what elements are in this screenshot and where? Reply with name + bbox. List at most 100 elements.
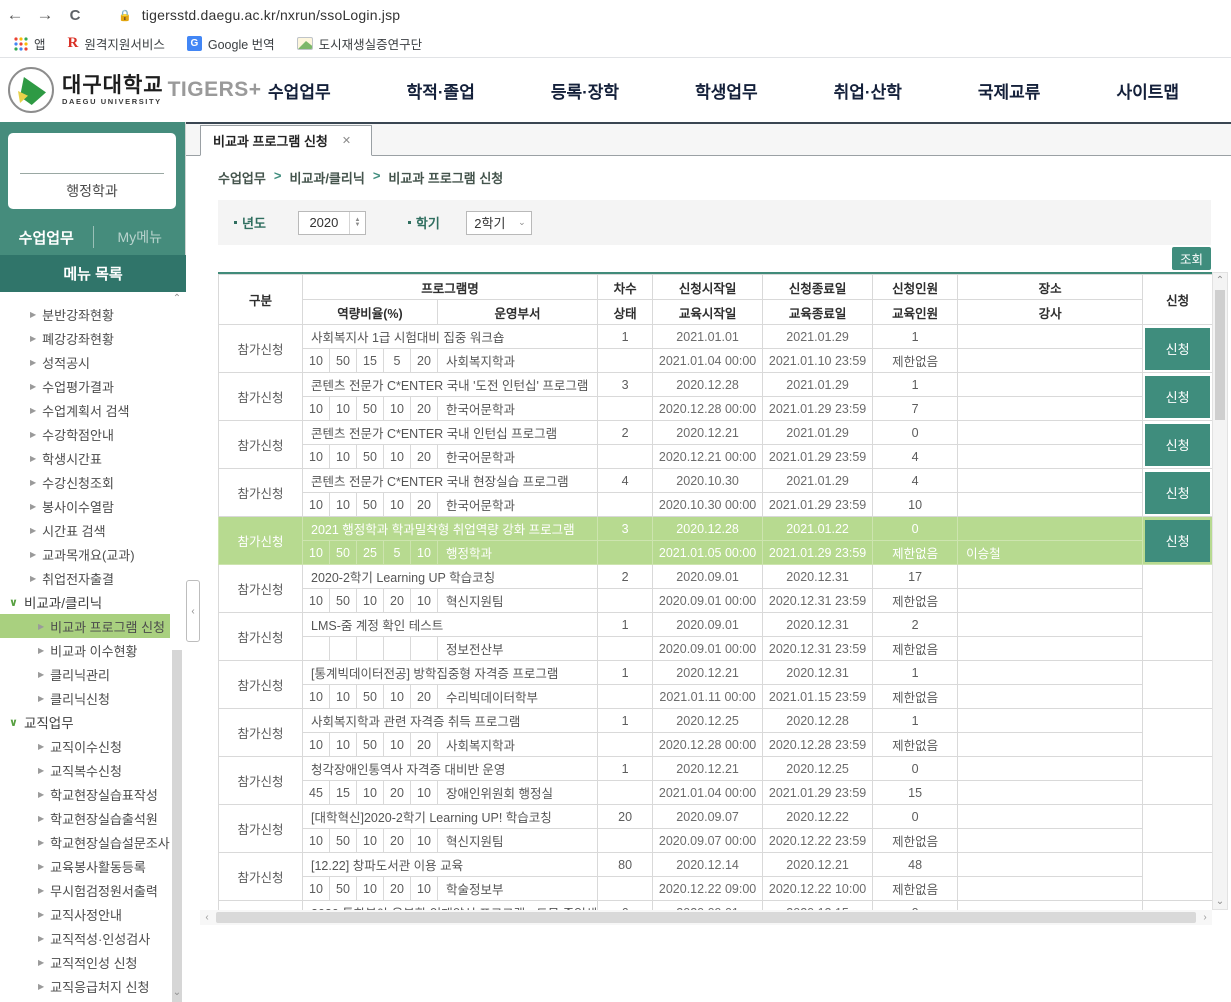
sidebar-menu-item[interactable]: ▶ 교직적인성 신청 xyxy=(0,950,186,974)
row-dept: 사회복지학과 xyxy=(438,349,598,373)
sidebar-menu-item[interactable]: ▶ 폐강강좌현황 xyxy=(0,326,186,350)
row-ratio: 50 xyxy=(330,589,357,613)
apply-button[interactable]: 신청 xyxy=(1145,376,1210,418)
apply-button[interactable]: 신청 xyxy=(1145,424,1210,466)
table-vertical-scrollbar[interactable]: ⌃ ⌄ xyxy=(1212,272,1228,910)
row-ratio: 20 xyxy=(411,685,438,709)
sidebar-menu-item[interactable]: ▶ 비교과 이수현황 xyxy=(0,638,186,662)
row-status xyxy=(598,445,653,469)
reload-icon[interactable]: C xyxy=(60,7,90,24)
search-button[interactable]: 조회 xyxy=(1172,247,1211,270)
row-dept: 혁신지원팀 xyxy=(438,829,598,853)
breadcrumb-item: 비교과/클리닉 xyxy=(289,168,364,187)
sidebar-menu-item[interactable]: ▶ 수강학점안내 xyxy=(0,422,186,446)
semester-select[interactable]: 2학기 ⌄ xyxy=(466,211,532,235)
sidebar-scrollbar[interactable]: ⌃ ⌄ xyxy=(170,292,184,1000)
apply-button[interactable]: 신청 xyxy=(1145,472,1210,514)
row-category: 참가신청 xyxy=(219,709,303,757)
sidebar-menu-item[interactable]: ∨ 교직업무 xyxy=(0,710,186,734)
sidebar-tabs: 수업업무 My메뉴 xyxy=(0,219,186,255)
sidebar-menu-item[interactable]: ▶ 학교현장실습출석원 xyxy=(0,806,186,830)
apply-button[interactable]: 신청 xyxy=(1145,520,1210,562)
table-horizontal-scrollbar[interactable]: ‹ › xyxy=(200,910,1212,925)
sidebar-menu-item[interactable]: ▶ 교직응급처지 신청 xyxy=(0,974,186,998)
sidebar-menu-item[interactable]: ▶ 수강신청조회 xyxy=(0,470,186,494)
row-edu-count: 15 xyxy=(873,781,958,805)
scroll-left-icon[interactable]: ‹ xyxy=(200,912,214,923)
row-place xyxy=(958,805,1143,829)
row-ratio xyxy=(384,637,411,661)
bookmark-apps[interactable]: 앱 xyxy=(14,34,46,53)
scroll-up-icon[interactable]: ⌃ xyxy=(170,292,184,306)
sidebar-menu-item[interactable]: ▶ 교직사정안내 xyxy=(0,902,186,926)
sidebar-menu-item[interactable]: ▶ 시간표 검색 xyxy=(0,518,186,542)
row-ratio: 10 xyxy=(303,349,330,373)
triangle-right-icon: ▶ xyxy=(30,310,36,319)
global-nav-item[interactable]: 사이트맵 xyxy=(1116,78,1179,103)
scrollbar-thumb[interactable] xyxy=(216,912,1196,923)
sidebar-menu-item[interactable]: ▶ 학교현장실습표작성 xyxy=(0,782,186,806)
row-category: 참가신청 xyxy=(219,757,303,805)
bookmark-urban-research[interactable]: 도시재생실증연구단 xyxy=(297,34,423,53)
close-icon[interactable]: ✕ xyxy=(342,134,351,147)
sidebar-menu-item[interactable]: ▶ 학생시간표 xyxy=(0,446,186,470)
scroll-up-icon[interactable]: ⌃ xyxy=(1213,273,1227,288)
sidebar-menu-item[interactable]: ▶ 교직이수신청 xyxy=(0,734,186,758)
global-nav-item[interactable]: 등록·장학 xyxy=(551,78,619,103)
sidebar-menu-item[interactable]: ▶ 취업전자출결 xyxy=(0,566,186,590)
sidebar-menu-item[interactable]: ▶ 클리닉관리 xyxy=(0,662,186,686)
forward-icon[interactable]: → xyxy=(30,5,60,25)
bookmark-google-translate[interactable]: G Google 번역 xyxy=(187,34,275,53)
sidebar-menu-item[interactable]: ▶ 교과목개요(교과) xyxy=(0,542,186,566)
sidebar-menu-item[interactable]: ▶ 분반강좌현황 xyxy=(0,302,186,326)
global-nav-item[interactable]: 학적·졸업 xyxy=(407,78,475,103)
sidebar-tab-mymenu[interactable]: My메뉴 xyxy=(94,227,187,247)
tab-program-apply[interactable]: 비교과 프로그램 신청 ✕ xyxy=(200,125,372,156)
global-nav-item[interactable]: 학생업무 xyxy=(695,78,758,103)
university-emblem-icon xyxy=(8,67,54,113)
global-nav-item[interactable]: 국제교류 xyxy=(978,78,1041,103)
table-row: 참가신청 2020-2학기 Learning UP 학습코칭 2 2020.09… xyxy=(219,565,1213,613)
row-category: 참가신청 xyxy=(219,805,303,853)
row-ratio: 20 xyxy=(411,493,438,517)
lock-icon[interactable]: 🔒 xyxy=(118,9,132,22)
sidebar-menu-item[interactable]: ▶ 교직복수신청 xyxy=(0,758,186,782)
row-apply-start: 2020.12.21 xyxy=(653,661,763,685)
sidebar-menu-item[interactable]: ∨ 비교과/클리닉 xyxy=(0,590,186,614)
triangle-right-icon: ▶ xyxy=(38,742,44,751)
sidebar-menu-item[interactable]: ▶ 봉사이수열람 xyxy=(0,494,186,518)
row-apply-count: 0 xyxy=(873,805,958,829)
row-ratio: 10 xyxy=(303,397,330,421)
sidebar-menu-item[interactable]: ▶ 교육봉사활동등록 xyxy=(0,854,186,878)
row-apply-start: 2020.12.28 xyxy=(653,517,763,541)
sidebar-menu-item[interactable]: ▶ 무시험검정원서출력 xyxy=(0,878,186,902)
row-edu-count: 제한없음 xyxy=(873,685,958,709)
bookmark-remote-support[interactable]: R 원격지원서비스 xyxy=(68,34,165,53)
row-order: 1 xyxy=(598,661,653,685)
global-nav-item[interactable]: 수업업무 xyxy=(268,78,331,103)
scroll-down-icon[interactable]: ⌄ xyxy=(1213,894,1227,909)
university-logo[interactable]: 대구대학교 DAEGU UNIVERSITY TIGERS+ xyxy=(8,67,262,113)
scrollbar-thumb[interactable] xyxy=(172,650,182,1002)
spinner-arrows-icon[interactable]: ▲▼ xyxy=(349,212,365,234)
back-icon[interactable]: ← xyxy=(0,5,30,25)
scroll-down-icon[interactable]: ⌄ xyxy=(170,986,184,1000)
scroll-right-icon[interactable]: › xyxy=(1198,912,1212,923)
address-bar[interactable]: tigersstd.daegu.ac.kr/nxrun/ssoLogin.jsp xyxy=(142,7,401,23)
global-nav-item[interactable]: 취업·산학 xyxy=(834,78,902,103)
sidebar-menu-item[interactable]: ▶ 클리닉신청 xyxy=(0,686,186,710)
sidebar-collapse-handle[interactable]: ‹ xyxy=(186,580,200,642)
scrollbar-thumb[interactable] xyxy=(1215,290,1225,420)
sidebar-menu-item[interactable]: ▶ 교직적성·인성검사 xyxy=(0,926,186,950)
sidebar-menu-item[interactable]: ▶ 수업평가결과 xyxy=(0,374,186,398)
sidebar-menu-item[interactable]: ▶ 성적공시 xyxy=(0,350,186,374)
year-spinner[interactable]: 2020 ▲▼ xyxy=(298,211,366,235)
sidebar-tab-lessons[interactable]: 수업업무 xyxy=(0,227,93,248)
sidebar-menu-item[interactable]: ▶ 수업계획서 검색 xyxy=(0,398,186,422)
row-program-name: 사회복지학과 관련 자격증 취득 프로그램 xyxy=(303,709,598,733)
sidebar-menu-item[interactable]: ▶ 비교과 프로그램 신청 xyxy=(0,614,170,638)
apply-button[interactable]: 신청 xyxy=(1145,328,1210,370)
sidebar-menu-item[interactable]: ▶ 학교현장실습설문조사 xyxy=(0,830,186,854)
row-apply-start: 2021.01.01 xyxy=(653,325,763,349)
row-edu-count: 제한없음 xyxy=(873,349,958,373)
